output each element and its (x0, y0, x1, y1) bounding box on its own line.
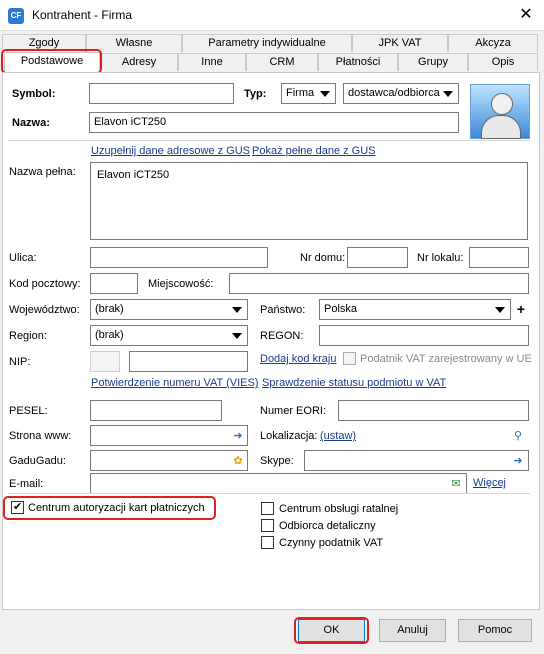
regon-label: REGON: (260, 330, 304, 342)
nr-lokalu-input[interactable] (469, 247, 529, 268)
centrum-kart-label: Centrum autoryzacji kart płatniczych (28, 502, 205, 514)
wojewodztwo-label: Województwo: (9, 304, 80, 316)
region-select[interactable]: (brak) (90, 325, 248, 346)
add-country-button[interactable]: + (513, 300, 529, 319)
centrum-kart-checkbox[interactable] (11, 500, 24, 514)
ustaw-link[interactable]: (ustaw) (320, 430, 356, 442)
nazwa-pelna-label: Nazwa pełna: (9, 166, 76, 178)
ok-button[interactable]: OK (298, 619, 365, 642)
chevron-down-icon (495, 307, 505, 313)
add-country-code-link[interactable]: Dodaj kod kraju (260, 353, 336, 365)
gus-fill-link[interactable]: Uzupełnij dane adresowe z GUS (91, 145, 250, 157)
podatnik-ue-checkbox (343, 352, 356, 365)
skype-icon[interactable]: ➜ (511, 454, 525, 468)
title-bar: CF Kontrahent - Firma ✕ (0, 0, 544, 31)
nazwa-input[interactable]: Elavon iCT250 (89, 112, 459, 133)
map-pin-icon[interactable]: ⚲ (511, 429, 525, 443)
ulica-input[interactable] (90, 247, 268, 268)
status-vat-link[interactable]: Sprawdzenie statusu podmiotu w VAT (262, 377, 446, 389)
www-label: Strona www: (9, 430, 72, 442)
tab-akcyza[interactable]: Akcyza (448, 34, 538, 52)
pesel-label: PESEL: (9, 405, 48, 417)
www-input[interactable] (90, 425, 248, 446)
globe-go-icon[interactable]: ➜ (231, 429, 245, 443)
tab-adresy[interactable]: Adresy (100, 53, 178, 71)
wojewodztwo-select[interactable]: (brak) (90, 299, 248, 320)
typ-select[interactable]: Firma (281, 83, 336, 104)
email-input[interactable] (90, 473, 467, 494)
email-send-icon[interactable]: ✉ (449, 477, 463, 491)
tab-opis[interactable]: Opis (468, 53, 538, 71)
avatar-head (491, 93, 513, 115)
eori-input[interactable] (338, 400, 529, 421)
gadugadu-label: GaduGadu: (9, 455, 66, 467)
nr-lokalu-label: Nr lokalu: (417, 252, 464, 264)
centrum-ratalnej-label: Centrum obsługi ratalnej (279, 503, 399, 515)
czynny-vat-label: Czynny podatnik VAT (279, 537, 384, 549)
pesel-input[interactable] (90, 400, 222, 421)
role-select[interactable]: dostawca/odbiorca (343, 83, 459, 104)
gadugadu-input[interactable] (90, 450, 248, 471)
avatar-body (481, 115, 521, 139)
chevron-down-icon (232, 333, 242, 339)
nazwa-pelna-textarea[interactable]: Elavon iCT250 (90, 162, 528, 240)
kod-input[interactable] (90, 273, 138, 294)
region-label: Region: (9, 330, 47, 342)
close-icon[interactable]: ✕ (514, 4, 538, 26)
miejscowosc-input[interactable] (229, 273, 529, 294)
tab-jpk-vat[interactable]: JPK VAT (352, 34, 448, 52)
tab-wlasne[interactable]: Własne (86, 34, 182, 52)
gadugadu-icon[interactable]: ✿ (231, 454, 245, 468)
nr-domu-input[interactable] (347, 247, 408, 268)
eori-label: Numer EORI: (260, 405, 327, 417)
nip-prefix-input (90, 351, 120, 372)
help-button[interactable]: Pomoc (458, 619, 532, 642)
highlight-tab (1, 49, 102, 74)
kod-label: Kod pocztowy: (9, 278, 81, 290)
lokalizacja-label: Lokalizacja: (260, 430, 318, 442)
podatnik-ue-label: Podatnik VAT zarejestrowany w UE (360, 353, 532, 365)
nip-input[interactable] (129, 351, 248, 372)
regon-input[interactable] (319, 325, 529, 346)
email-label: E-mail: (9, 478, 44, 490)
nr-domu-label: Nr domu: (300, 252, 346, 264)
tab-grupy[interactable]: Grupy (398, 53, 468, 71)
centrum-ratalnej-checkbox[interactable] (261, 502, 274, 515)
typ-label: Typ: (244, 88, 267, 100)
tab-platnosci[interactable]: Płatności (318, 53, 398, 71)
window-title: Kontrahent - Firma (32, 8, 133, 22)
app-icon: CF (8, 8, 24, 24)
chevron-down-icon (232, 307, 242, 313)
cancel-button[interactable]: Anuluj (379, 619, 446, 642)
ulica-label: Ulica: (9, 252, 37, 264)
separator (8, 140, 530, 141)
wiecej-link[interactable]: Więcej (473, 477, 506, 489)
symbol-label: Symbol: (12, 88, 56, 100)
czynny-vat-checkbox[interactable] (261, 536, 274, 549)
panstwo-select[interactable]: Polska (319, 299, 511, 320)
chevron-down-icon (443, 91, 453, 97)
contractor-avatar (470, 84, 530, 139)
symbol-input[interactable] (89, 83, 234, 104)
odbiorca-label: Odbiorca detaliczny (279, 520, 376, 532)
panstwo-label: Państwo: (260, 304, 306, 316)
miejscowosc-label: Miejscowość: (148, 278, 214, 290)
nazwa-label: Nazwa: (12, 117, 50, 129)
odbiorca-checkbox[interactable] (261, 519, 274, 532)
skype-input[interactable] (304, 450, 529, 471)
tab-parametry[interactable]: Parametry indywidualne (182, 34, 352, 52)
tab-crm[interactable]: CRM (246, 53, 318, 71)
tab-inne[interactable]: Inne (178, 53, 246, 71)
gus-show-link[interactable]: Pokaż pełne dane z GUS (252, 145, 376, 157)
skype-label: Skype: (260, 455, 294, 467)
chevron-down-icon (320, 91, 330, 97)
vies-link[interactable]: Potwierdzenie numeru VAT (VIES) (91, 377, 259, 389)
nip-label: NIP: (9, 356, 31, 368)
separator (8, 493, 530, 494)
